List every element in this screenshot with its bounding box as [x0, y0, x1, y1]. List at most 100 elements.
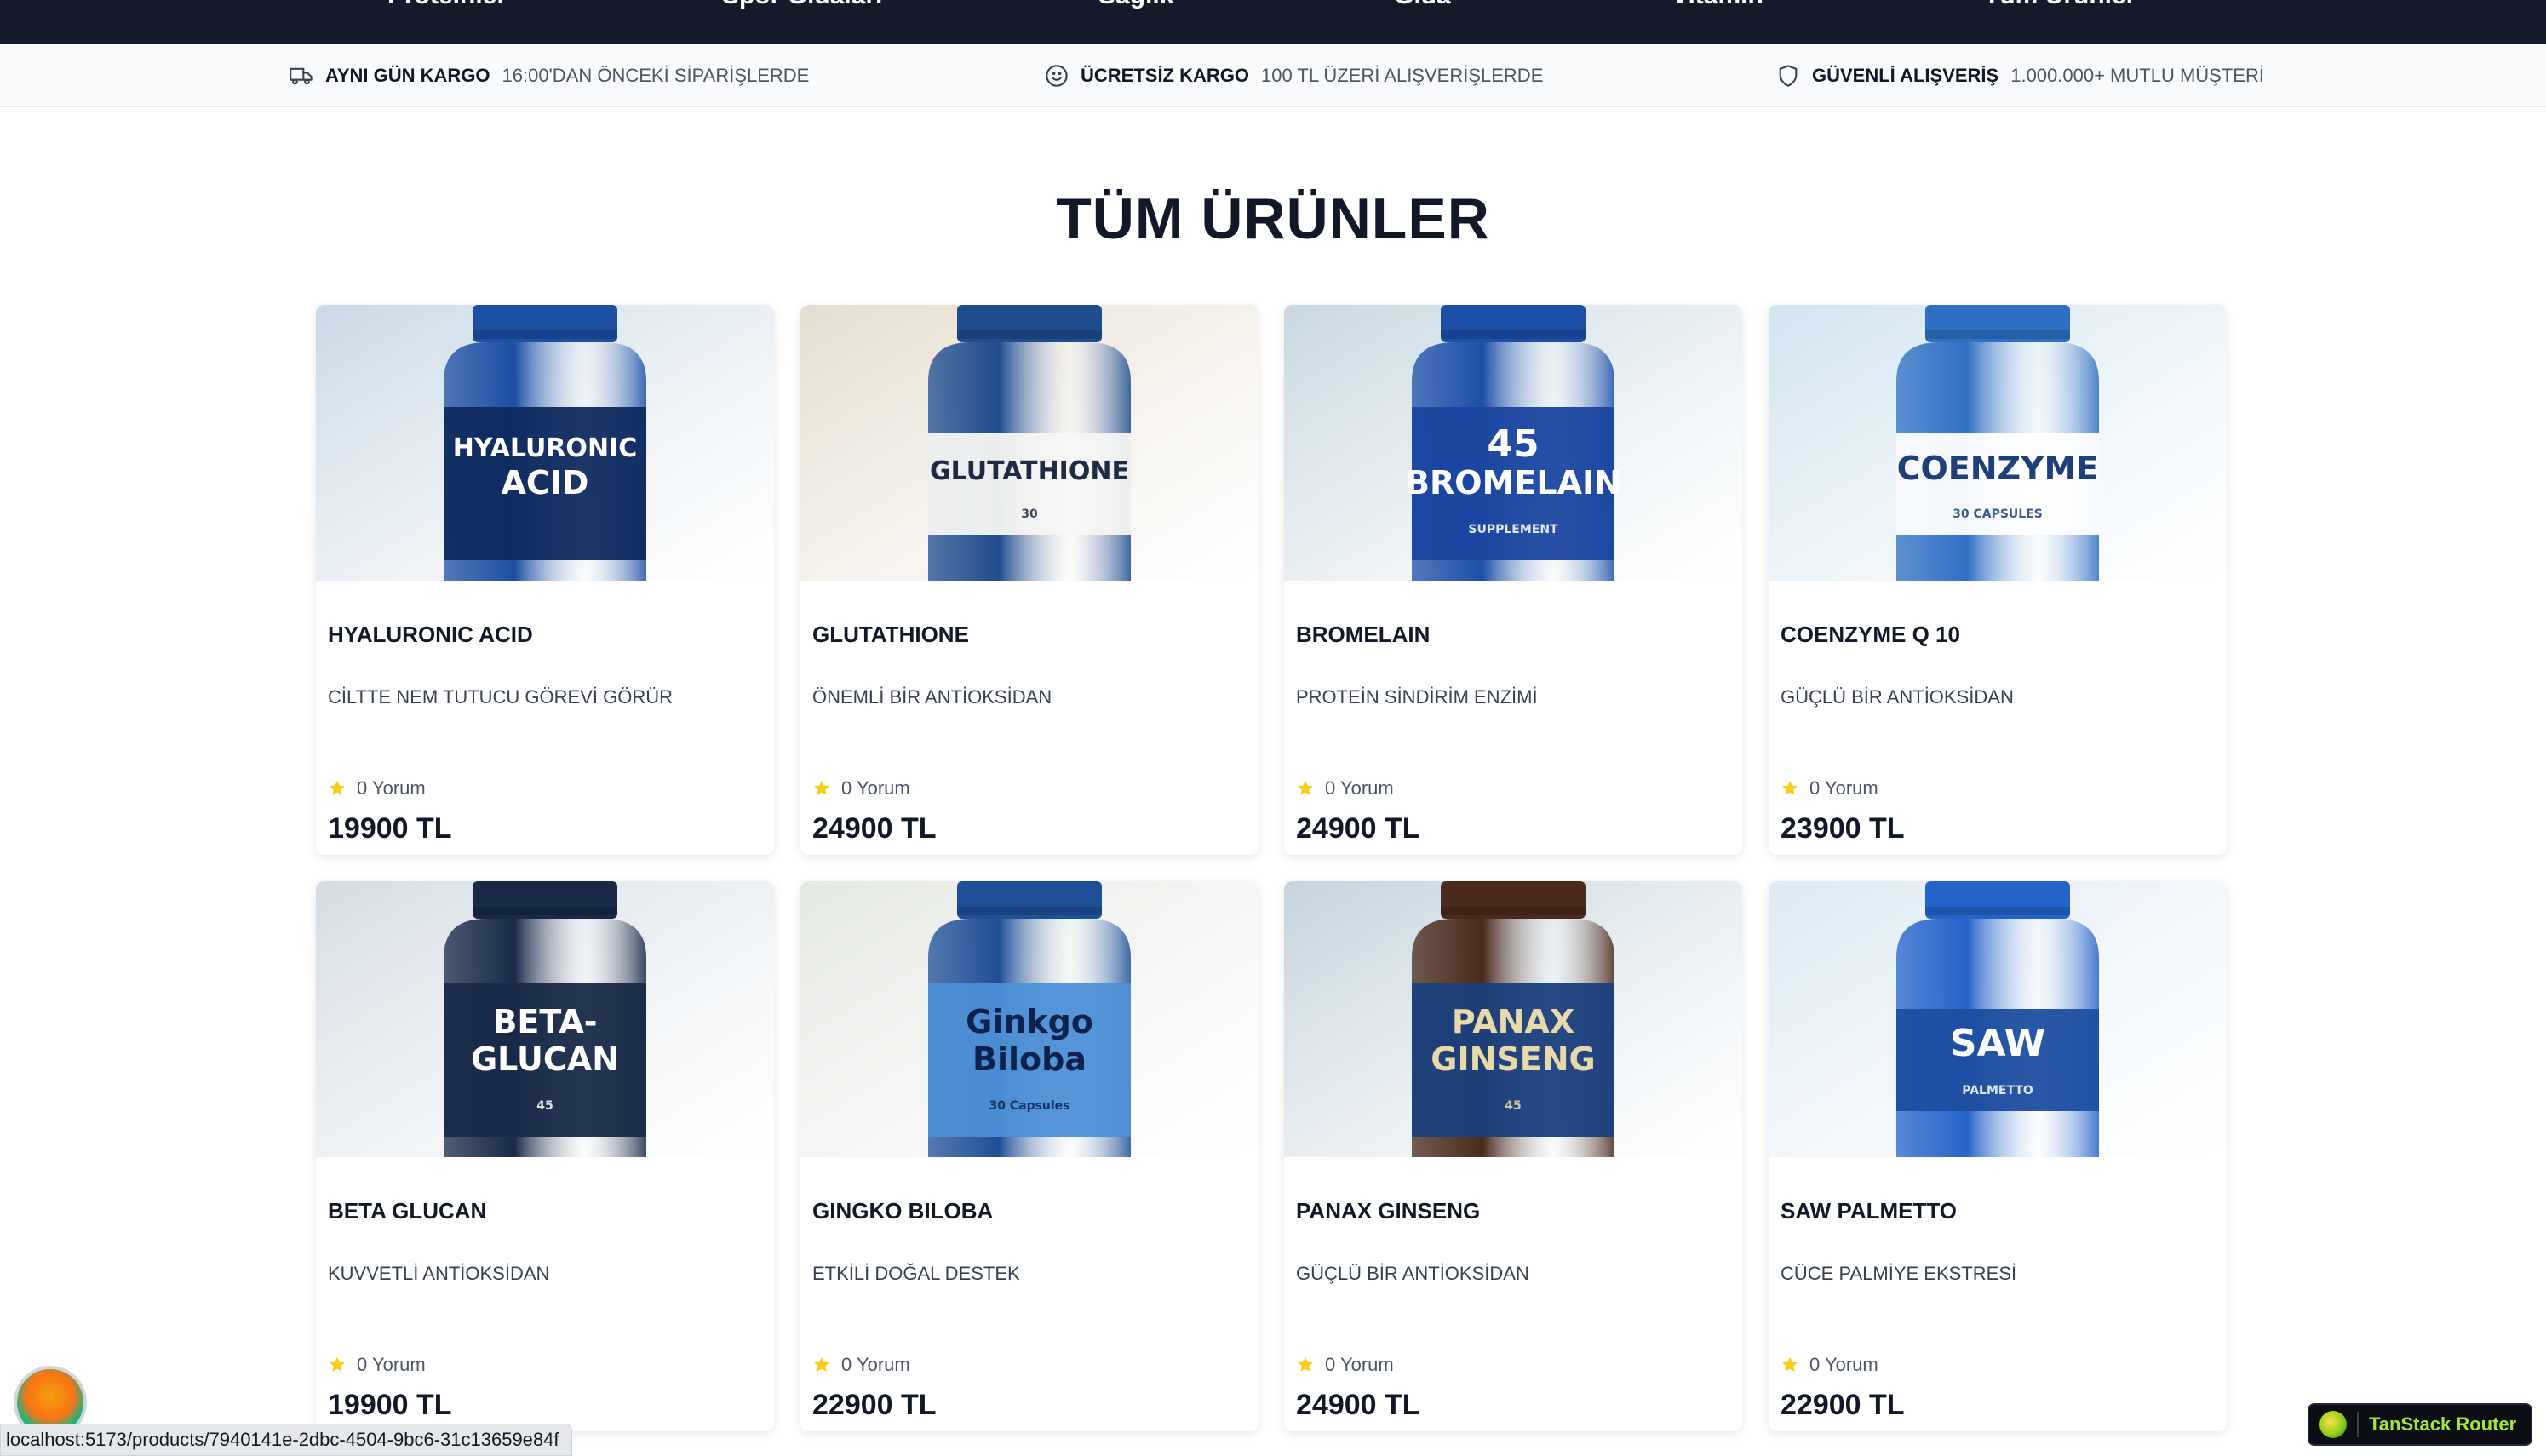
product-description: CİLTTE NEM TUTUCU GÖREVİ GÖRÜR [328, 686, 673, 708]
product-rating: 0 Yorum [812, 777, 910, 800]
product-card[interactable]: HYALURONIC ACID HYALURONIC ACID CİLTTE NE… [316, 305, 774, 855]
product-price: 22900 TL [812, 1389, 937, 1421]
bottle-label-text: HYALURONIC [453, 433, 637, 463]
product-description: ETKİLİ DOĞAL DESTEK [812, 1263, 1020, 1284]
bottle-label-text: BROMELAIN [1405, 464, 1621, 502]
review-count: 0 Yorum [357, 1354, 426, 1375]
product-image[interactable]: PANAX GINSENG 45 [1284, 881, 1742, 1157]
product-card[interactable]: COENZYME 30 CAPSULES COENZYME Q 10 GÜÇLÜ… [1769, 305, 2227, 855]
page-title: TÜM ÜRÜNLER [1056, 186, 1490, 251]
product-image[interactable]: Ginkgo Biloba 30 Capsules [800, 881, 1259, 1157]
nav-item-proteinler[interactable]: Proteinler [387, 0, 507, 10]
product-rating: 0 Yorum [328, 777, 426, 800]
tanstack-logo-icon [2319, 1411, 2347, 1438]
bottle-label-small-text: 45 [1505, 1099, 1521, 1113]
review-count: 0 Yorum [841, 777, 910, 799]
product-description: GÜÇLÜ BİR ANTİOKSİDAN [1296, 1263, 1529, 1284]
info-strip: AYNI GÜN KARGO 16:00'DAN ÖNCEKİ SİPARİŞL… [0, 44, 2546, 107]
product-name[interactable]: HYALURONIC ACID [328, 622, 533, 648]
product-price: 24900 TL [1296, 1389, 1420, 1421]
product-description: PROTEİN SİNDİRİM ENZİMİ [1296, 686, 1538, 708]
product-name[interactable]: COENZYME Q 10 [1780, 622, 1960, 648]
supplement-bottle-image: HYALURONICACID [316, 305, 774, 581]
tanstack-router-devtools-button[interactable]: TanStack Router [2308, 1403, 2532, 1446]
product-name[interactable]: SAW PALMETTO [1780, 1198, 1957, 1224]
info-rest: 100 TL ÜZERİ ALIŞVERİŞLERDE [1261, 65, 1544, 86]
bottle-label-text: Biloba [972, 1040, 1087, 1078]
bottle-label-small-text: 30 CAPSULES [1953, 507, 2043, 521]
product-rating: 0 Yorum [328, 1354, 426, 1376]
product-rating: 0 Yorum [1780, 1354, 1878, 1376]
truck-icon [290, 64, 313, 88]
nav-item-saglik[interactable]: Sağlık [1098, 0, 1173, 10]
nav-item-vitamin[interactable]: Vitamin [1672, 0, 1763, 10]
info-free-shipping: ÜCRETSİZ KARGO 100 TL ÜZERİ ALIŞVERİŞLER… [1045, 44, 1543, 107]
product-image[interactable]: BETA- GLUCAN 45 [316, 881, 774, 1157]
supplement-bottle-image: PANAXGINSENG 45 [1284, 881, 1742, 1157]
product-name[interactable]: BETA GLUCAN [328, 1198, 486, 1224]
bottle-label-text: SAW [1950, 1022, 2045, 1065]
product-image[interactable]: HYALURONIC ACID [316, 305, 774, 581]
star-icon [1782, 780, 1798, 795]
shield-icon [1776, 64, 1800, 88]
product-rating: 0 Yorum [1296, 777, 1394, 800]
product-name[interactable]: PANAX GINSENG [1296, 1198, 1480, 1224]
bottle-label-small-text: SUPPLEMENT [1468, 523, 1558, 536]
info-secure-shopping: GÜVENLİ ALIŞVERİŞ 1.000.000+ MUTLU MÜŞTE… [1776, 44, 2264, 107]
bottle-label-small-text: 30 Capsules [989, 1099, 1069, 1113]
product-card[interactable]: SAW PALMETTO SAW PALMETTO CÜCE PALMİYE E… [1769, 881, 2227, 1431]
product-card[interactable]: PANAX GINSENG 45 PANAX GINSENG GÜÇLÜ BİR … [1284, 881, 1742, 1431]
product-image[interactable]: GLUTATHIONE 30 [800, 305, 1259, 581]
top-nav: Proteinler Spor Gıdaları Sağlık Gıda Vit… [0, 0, 2546, 44]
product-name[interactable]: GINGKO BILOBA [812, 1198, 993, 1224]
product-rating: 0 Yorum [1780, 777, 1878, 800]
product-price: 24900 TL [1296, 812, 1420, 845]
product-description: CÜCE PALMİYE EKSTRESİ [1780, 1263, 2017, 1284]
star-icon [330, 780, 345, 795]
product-card[interactable]: BETA- GLUCAN 45 BETA GLUCAN KUVVETLİ ANTİ… [316, 881, 774, 1431]
review-count: 0 Yorum [841, 1354, 910, 1375]
product-image[interactable]: COENZYME 30 CAPSULES [1769, 305, 2227, 581]
product-image[interactable]: 45 BROMELAIN SUPPLEMENT [1284, 305, 1742, 581]
bottle-label-text: 45 [1487, 422, 1539, 466]
product-name[interactable]: GLUTATHIONE [812, 622, 969, 648]
smile-icon [1045, 64, 1069, 88]
bottle-label-text: Ginkgo [966, 1003, 1093, 1040]
review-count: 0 Yorum [1325, 777, 1394, 799]
product-card[interactable]: GLUTATHIONE 30 GLUTATHIONE ÖNEMLİ BİR AN… [800, 305, 1259, 855]
product-card[interactable]: 45 BROMELAIN SUPPLEMENT BROMELAIN PROTEİN… [1284, 305, 1742, 855]
star-icon [814, 1356, 829, 1372]
devtools-label: TanStack Router [2369, 1413, 2517, 1435]
bottle-label-text: GINSENG [1431, 1040, 1595, 1078]
product-rating: 0 Yorum [1296, 1354, 1394, 1376]
supplement-bottle-image: BETA-GLUCAN 45 [316, 881, 774, 1157]
info-strong: GÜVENLİ ALIŞVERİŞ [1812, 65, 1999, 86]
supplement-bottle-image: SAW PALMETTO [1769, 881, 2227, 1157]
supplement-bottle-image: GLUTATHIONE 30 [800, 305, 1259, 581]
bottle-label-small-text: 45 [536, 1099, 553, 1113]
nav-item-spor-gidalari[interactable]: Spor Gıdaları [722, 0, 882, 10]
bottle-label-text: ACID [502, 464, 589, 502]
product-image[interactable]: SAW PALMETTO [1769, 881, 2227, 1157]
bottle-label-small-text: PALMETTO [1962, 1084, 2033, 1098]
product-price: 22900 TL [1780, 1389, 1905, 1421]
star-icon [1298, 1356, 1313, 1372]
product-name[interactable]: BROMELAIN [1296, 622, 1430, 648]
bottle-label-text: PANAX [1452, 1003, 1574, 1040]
info-same-day-shipping: AYNI GÜN KARGO 16:00'DAN ÖNCEKİ SİPARİŞL… [290, 44, 809, 107]
review-count: 0 Yorum [1809, 1354, 1878, 1375]
divider [2357, 1412, 2359, 1437]
bottle-label-small-text: 30 [1021, 507, 1038, 521]
star-icon [1782, 1356, 1798, 1372]
product-card[interactable]: Ginkgo Biloba 30 Capsules GINGKO BILOBA E… [800, 881, 1259, 1431]
star-icon [330, 1356, 345, 1372]
product-rating: 0 Yorum [812, 1354, 910, 1376]
product-description: KUVVETLİ ANTİOKSİDAN [328, 1263, 550, 1284]
product-description: GÜÇLÜ BİR ANTİOKSİDAN [1780, 686, 2014, 708]
info-rest: 1.000.000+ MUTLU MÜŞTERİ [2010, 65, 2264, 86]
link-status-bar: localhost:5173/products/7940141e-2dbc-45… [0, 1424, 572, 1456]
info-strong: ÜCRETSİZ KARGO [1081, 65, 1249, 86]
info-rest: 16:00'DAN ÖNCEKİ SİPARİŞLERDE [502, 65, 810, 86]
nav-item-gida[interactable]: Gıda [1394, 0, 1451, 10]
nav-item-tum-urunler[interactable]: Tüm Ürünler [1984, 0, 2136, 10]
